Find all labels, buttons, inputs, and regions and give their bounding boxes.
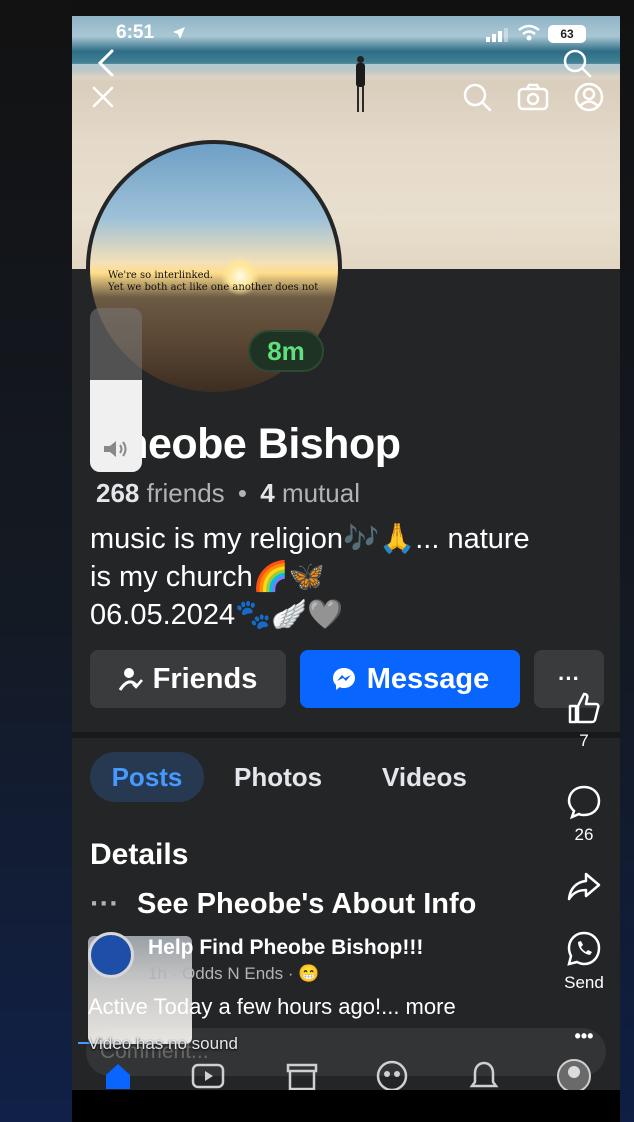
mutual-count: 4 [260, 478, 275, 508]
profile-name-text: heobe Bishop [122, 420, 401, 468]
camera-button[interactable] [516, 80, 550, 114]
tab-photos[interactable]: Photos [234, 752, 322, 802]
nav-home[interactable] [98, 1058, 138, 1090]
post-meta: 1h · Odds N Ends · 😁 [148, 964, 320, 983]
message-button-label: Message [366, 662, 490, 695]
phone-screen: 6:51 63 We're so interlinked. Yet we bot… [72, 16, 620, 1090]
friends-count: 268 [96, 478, 140, 508]
nav-marketplace[interactable] [282, 1058, 322, 1090]
about-info-link[interactable]: ··· See Pheobe's About Info [90, 888, 476, 921]
no-sound-notice: Video has no sound [88, 1034, 238, 1053]
story-badge[interactable]: 8m [248, 330, 324, 372]
close-icon [92, 86, 114, 108]
friends-button[interactable]: Friends [90, 650, 286, 708]
signal-icon [486, 28, 508, 42]
profile-avatar-icon [557, 1059, 591, 1090]
messenger-icon [332, 668, 355, 690]
close-button[interactable] [90, 84, 116, 110]
search-icon [463, 83, 492, 112]
avatar-quote-line: Yet we both act like one another does no… [108, 282, 319, 293]
right-backdrop [620, 0, 634, 1122]
camera-icon [517, 83, 549, 111]
post-title[interactable]: Help Find Pheobe Bishop!!! [148, 936, 423, 960]
friends-button-label: Friends [152, 662, 258, 695]
location-arrow-icon [173, 27, 185, 39]
bottom-nav [72, 1058, 620, 1090]
left-backdrop [0, 0, 72, 1122]
comment-action[interactable]: 26 [558, 784, 610, 845]
send-label: Send [564, 973, 604, 992]
more-options-label: ··· [558, 666, 580, 691]
tab-posts[interactable]: Posts [90, 752, 204, 802]
bottom-letterbox [72, 1090, 620, 1122]
message-button[interactable]: Message [300, 650, 520, 708]
profile-bio: music is my religion🎶🙏... nature is my c… [90, 520, 600, 634]
section-divider [72, 732, 620, 738]
friend-check-icon [118, 668, 143, 691]
comment-count: 26 [574, 825, 594, 844]
bell-icon [469, 1061, 499, 1088]
status-time: 6:51 [116, 22, 155, 43]
friends-label: friends [146, 478, 225, 508]
back-button[interactable] [94, 48, 118, 78]
gaming-icon [376, 1060, 408, 1090]
about-info-label: See Pheobe's About Info [136, 888, 477, 920]
nav-notifications[interactable] [464, 1058, 504, 1090]
post-text[interactable]: Active Today a few hours ago!... more [88, 994, 456, 1020]
whatsapp-send-action[interactable]: Send [558, 930, 610, 993]
post-avatar[interactable] [88, 932, 134, 978]
share-action[interactable] [558, 868, 610, 909]
bio-line: 06.05.2024🐾🪽🩶 [90, 599, 344, 631]
whatsapp-icon [567, 931, 601, 966]
person-icon [574, 82, 604, 112]
profile-menu-button[interactable] [572, 80, 606, 114]
cover-person [354, 56, 366, 114]
battery-indicator: 63 [548, 25, 586, 43]
like-count: 7 [579, 731, 589, 750]
bio-line: is my church🌈🦋 [90, 561, 325, 593]
home-icon [106, 1064, 130, 1089]
search-icon [563, 49, 592, 78]
details-heading: Details [90, 838, 189, 871]
avatar-quote-line: We're so interlinked. [108, 270, 214, 281]
video-search-button[interactable] [560, 46, 594, 80]
wifi-icon [518, 24, 540, 41]
comment-icon [567, 785, 601, 820]
chevron-left-icon [97, 49, 114, 77]
like-action[interactable]: 7 [558, 690, 610, 751]
profile-search-button[interactable] [460, 80, 494, 114]
status-bar: 6:51 63 [72, 20, 620, 46]
tab-videos[interactable]: Videos [382, 752, 467, 802]
nav-gaming[interactable] [372, 1058, 412, 1090]
nav-video[interactable] [188, 1058, 228, 1090]
nav-profile[interactable] [554, 1058, 594, 1090]
volume-slider[interactable] [90, 308, 142, 472]
share-icon [567, 872, 601, 901]
marketplace-icon [286, 1063, 318, 1090]
mutual-label: mutual [281, 478, 360, 508]
speaker-icon [104, 441, 127, 457]
bio-line: music is my religion🎶🙏... nature [90, 523, 530, 555]
about-dots: ··· [90, 888, 119, 920]
video-icon [191, 1063, 225, 1089]
friend-stats: 268 friends • 4 mutual [96, 478, 360, 509]
avatar-quote: We're so interlinked. Yet we both act li… [108, 270, 338, 294]
video-frame: 6:51 63 We're so interlinked. Yet we bot… [0, 0, 634, 1122]
thumbs-up-icon [568, 692, 600, 724]
stats-separator: • [237, 478, 248, 508]
